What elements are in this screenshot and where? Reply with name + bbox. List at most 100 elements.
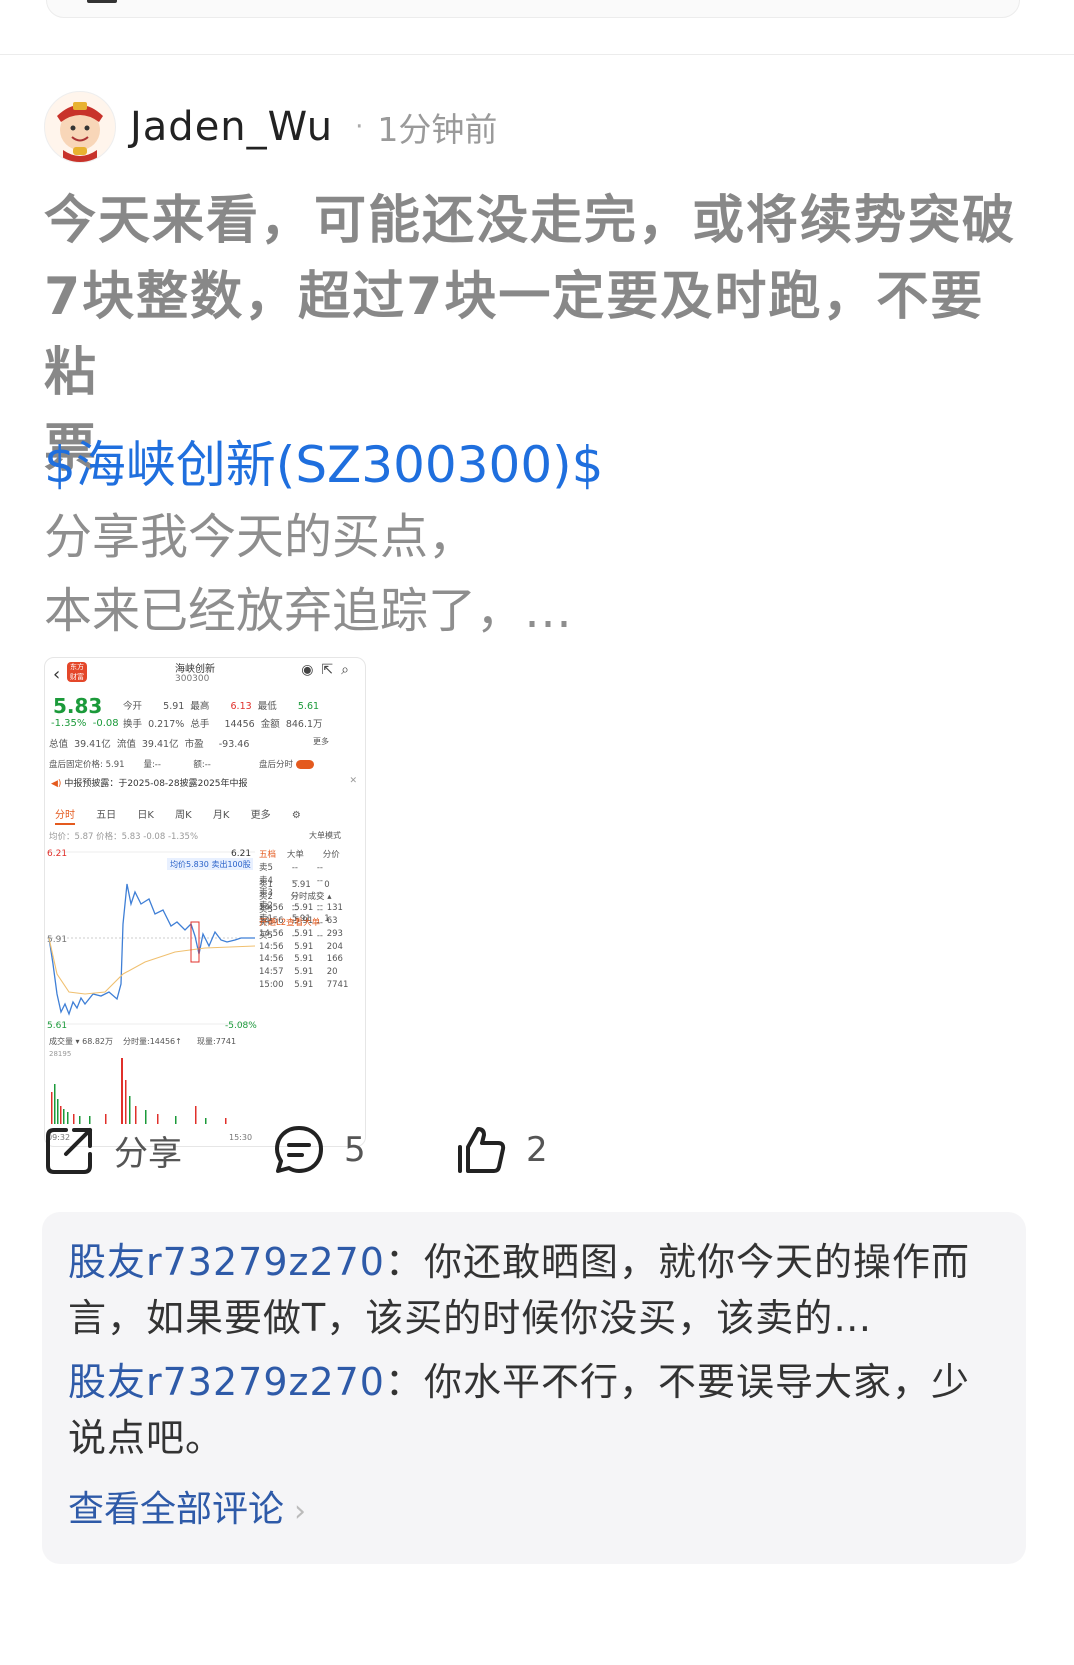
thumbs-up-icon [458,1127,506,1173]
thumb-stat-label: 今开 [123,701,143,712]
share-button[interactable]: 分享 [44,1115,182,1185]
tick-volume-label: 分时量:14456↑ [123,1036,182,1046]
thumb-header-icons: ◉⇱⌕ [301,662,357,678]
avg-price-line [48,937,256,995]
comments-preview: 股友r73279z270：你还敢晒图，就你今天的操作而言，如果要做T，该买的时候… [42,1212,1026,1564]
thumb-stat-value: 39.41亿 [141,739,179,750]
author-row: Jaden_Wu · 1分钟前 [44,91,497,163]
thumb-switch-label: 盘后分时 [259,760,294,770]
thumb-stat-row: 今开 5.91 最高 6.13 最低 5.61 [123,698,319,712]
order-book-header: 五档 大单 分价 [259,848,363,861]
thumb-stat-label: 流值 [116,739,136,750]
post-excerpt[interactable]: 分享我今天的买点， 本来已经放弃追踪了，… [44,500,1024,648]
thumb-stat-label: 最高 [190,701,210,712]
thumb-stat-label: 市盈 [184,739,204,750]
thumb-price: 5.83 [53,694,103,718]
thumb-notice: ◀) 中报预披露：于2025-08-28披露2025年中报 ✕ [51,776,357,794]
thumb-stat-value: 5.61 [297,701,320,712]
thumb-stat-row: 换手 0.217% 总手 14456 金额 846.1万 [123,716,323,730]
thumb-stat-value: 0.217% [148,719,185,730]
previous-post-card [46,0,1020,18]
gear-icon: ⚙ [291,810,301,821]
separator-dot: · [355,112,364,142]
thumb-change-value: -0.08 [92,718,119,729]
thumb-header: ‹ 东方 财富 海峡创新 300300 ◉⇱⌕ [45,658,365,694]
price-line [48,883,255,1016]
thumb-stock-name: 海峡创新 [175,664,215,675]
stock-screenshot-thumbnail[interactable]: ‹ 东方 财富 海峡创新 300300 ◉⇱⌕ 5.83 -1.35% -0.08… [44,657,366,1147]
close-icon: ✕ [349,776,357,786]
thumb-tab: 月K [212,810,230,821]
post-excerpt-line: 本来已经放弃追踪了，… [44,583,573,639]
avatar[interactable] [44,91,116,163]
book-header: 大单 [286,850,304,860]
see-all-label: 查看全部评论 [68,1489,285,1530]
post-body-line: 7块整数，超过7块一定要及时跑，不要粘 [44,267,985,403]
thumb-stat-row: 总值 39.41亿 流值 39.41亿 市盈 -93.46 [49,736,249,750]
comment-item[interactable]: 股友r73279z270：你还敢晒图，就你今天的操作而言，如果要做T，该买的时候… [68,1234,988,1346]
axis-low-label: 5.61 [47,1021,67,1031]
thumb-stat-label: 最低 [257,701,277,712]
stock-link[interactable]: $海峡创新(SZ300300)$ [44,425,604,497]
comment-item[interactable]: 股友r73279z270：你水平不行，不要误导大家，少说点吧。 [68,1354,988,1466]
tick-row: 14:57 5.91 20 [259,967,338,978]
thumb-big-order-mode: 大单模式 [309,831,341,840]
thumb-stat-value: 6.13 [230,701,252,712]
book-header: 分价 [322,850,340,860]
axis-top-right-label: 6.21 [231,849,251,859]
thumb-avg-line: 均价：5.87 价格：5.83 -0.08 -1.35% [49,832,199,842]
axis-top-label: 6.21 [47,849,67,859]
tick-row: 14:56 5.91 166 [259,954,343,965]
tick-row: 15:00 5.91 7741 [259,979,349,990]
level2-link: 开通L2查看大单 [259,917,321,928]
post-body-line: 今天来看，可能还没走完，或将续势突破 [44,191,1017,251]
thumb-stat-label: 总值 [49,739,69,750]
comment-icon [275,1126,323,1173]
comment-user[interactable]: 股友r73279z270 [68,1360,385,1404]
thumb-tab: 分时 [55,810,75,825]
share-icon [46,1128,92,1174]
author-name[interactable]: Jaden_Wu [130,104,333,150]
volume-label: 成交量 ▾ 68.82万 [49,1036,113,1046]
app-logo-icon: 东方 财富 [67,662,87,682]
thumb-stat-label: 换手 [123,719,143,730]
now-volume-label: 现量:7741 [197,1037,236,1046]
thumb-after-hours-price: 5.91 [105,760,125,770]
thumb-after-hours-label: 盘后固定价格: [49,760,103,770]
thumb-change: -1.35% -0.08 [51,718,119,729]
share-label: 分享 [114,1133,182,1174]
thumb-stat-value: -93.46 [218,739,250,750]
post-excerpt-line: 分享我今天的买点， [44,509,477,565]
thumb-tabs: 分时 五日 日K 周K 月K 更多 ⚙ [55,806,319,825]
like-count: 2 [526,1130,548,1170]
see-all-comments-link[interactable]: 查看全部评论 › [68,1480,306,1532]
volume-max-label: 28195 [49,1050,71,1058]
asks-list: 卖5 -- -- 卖4 -- -- 卖3 -- -- 卖2 -- -- 卖1 5.91 … [259,861,363,924]
thumb-stat-label: 总手 [190,719,210,730]
like-button[interactable]: 2 [454,1115,548,1185]
toggle-icon [295,760,314,769]
post-time: 1分钟前 [377,110,498,149]
chart-tooltip: 均价5.830 卖出100股 [170,859,251,869]
intraday-chart: 6.21 6.21 5.91 5.61 -5.08% 均价5.830 卖出100… [47,849,257,1142]
thumb-change-pct: -1.35% [51,718,87,729]
thumb-after-hours: 盘后固定价格: 5.91 量:-- 额:-- [49,758,211,770]
thumb-notice-text: 中报预披露：于2025-08-28披露2025年中报 [64,779,248,789]
thumb-tab: 周K [175,810,192,821]
thumb-stat-value: 39.41亿 [74,739,111,750]
chevron-right-icon: › [294,1494,307,1529]
previous-card-stub [87,0,117,3]
comment-count: 5 [344,1130,366,1170]
book-header: 五档 [259,850,277,860]
tick-row: 14:56 5.91 204 [259,941,343,952]
thumb-after-hours-amt: 额:-- [193,760,211,770]
thumb-stat-label: 金额 [260,719,280,730]
thumb-stock-code: 300300 [175,674,210,684]
divider [0,54,1074,55]
comment-user[interactable]: 股友r73279z270 [68,1240,385,1284]
comment-button[interactable]: 5 [272,1115,366,1185]
thumb-stat-value: 5.91 [163,701,185,712]
thumb-after-hours-switch: 盘后分时 [259,758,314,770]
thumb-tab: 更多 [250,810,271,821]
back-icon: ‹ [53,664,61,685]
